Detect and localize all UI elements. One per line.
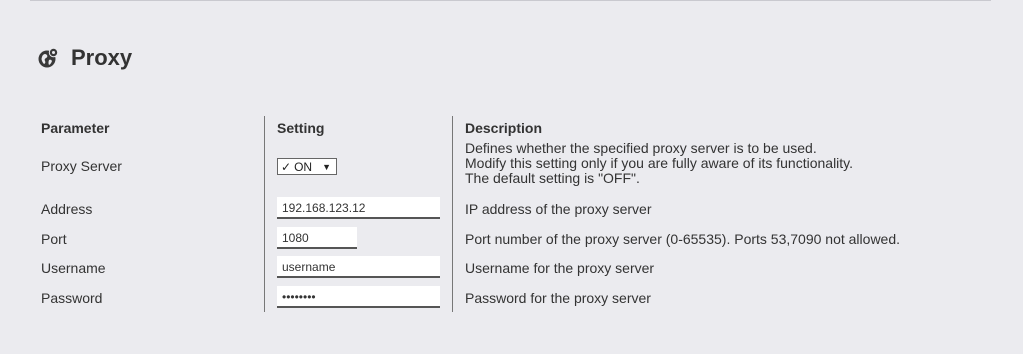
header-description: Description <box>465 120 543 136</box>
section-header: Proxy <box>37 44 132 72</box>
address-input[interactable] <box>277 197 440 219</box>
description-password: Password for the proxy server <box>465 290 651 306</box>
proxy-server-select[interactable]: ✓ ON ▼ <box>277 158 337 175</box>
description-line: Defines whether the specified proxy serv… <box>465 140 817 156</box>
column-divider-description <box>452 116 453 312</box>
header-setting: Setting <box>277 120 325 136</box>
globe-gear-icon <box>38 47 59 68</box>
top-divider <box>30 0 991 1</box>
description-proxy-server: Defines whether the specified proxy serv… <box>465 141 853 186</box>
password-input[interactable] <box>277 286 440 308</box>
header-parameter: Parameter <box>41 120 110 136</box>
port-input[interactable] <box>277 227 357 249</box>
label-address: Address <box>41 201 93 217</box>
description-port: Port number of the proxy server (0-65535… <box>465 231 901 247</box>
section-title: Proxy <box>71 45 133 70</box>
username-input[interactable] <box>277 256 440 278</box>
description-username: Username for the proxy server <box>465 260 655 276</box>
description-line: Modify this setting only if you are full… <box>465 155 854 171</box>
label-password: Password <box>41 290 103 306</box>
check-icon: ✓ <box>281 159 292 174</box>
label-proxy-server: Proxy Server <box>41 158 122 174</box>
label-username: Username <box>41 260 106 276</box>
column-divider-setting <box>264 116 265 312</box>
description-address: IP address of the proxy server <box>465 201 652 217</box>
description-line: The default setting is "OFF". <box>465 170 640 186</box>
label-port: Port <box>41 231 67 247</box>
dropdown-arrow-icon: ▼ <box>322 161 331 172</box>
proxy-server-select-value: ON <box>294 159 313 174</box>
